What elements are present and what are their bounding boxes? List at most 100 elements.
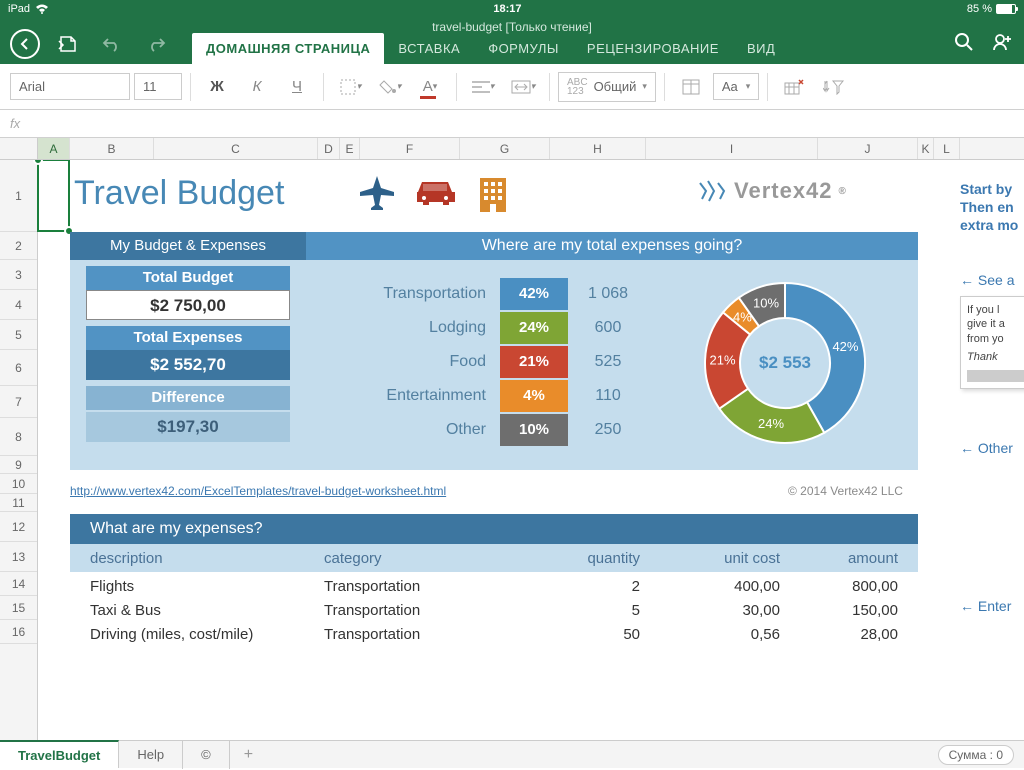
other-link[interactable]: ← Other xyxy=(960,440,1013,456)
svg-text:21%: 21% xyxy=(710,353,736,368)
redo-button[interactable] xyxy=(140,28,172,60)
travel-icons xyxy=(356,172,514,214)
total-expenses-label: Total Expenses xyxy=(86,326,290,350)
battery-pct: 85 % xyxy=(967,3,992,15)
row-header-3[interactable]: 3 xyxy=(0,260,37,290)
col-header-C[interactable]: C xyxy=(154,138,318,159)
category-pct: 10% xyxy=(500,414,568,446)
row-header-14[interactable]: 14 xyxy=(0,572,37,596)
align-button[interactable]: ▾ xyxy=(465,69,501,105)
sum-display: Сумма : 0 xyxy=(938,745,1014,765)
source-link[interactable]: http://www.vertex42.com/ExcelTemplates/t… xyxy=(70,484,446,498)
font-size-select[interactable]: 11 xyxy=(134,73,182,100)
see-link[interactable]: ← See a xyxy=(960,272,1014,288)
plane-icon xyxy=(356,172,398,214)
row-header-6[interactable]: 6 xyxy=(0,350,37,386)
file-button[interactable] xyxy=(52,28,84,60)
total-budget-label: Total Budget xyxy=(86,266,290,290)
col-header-G[interactable]: G xyxy=(460,138,550,159)
add-sheet-button[interactable]: + xyxy=(230,746,267,764)
device-label: iPad xyxy=(8,3,30,15)
col-header-H[interactable]: H xyxy=(550,138,646,159)
sheet-tab-travelbudget[interactable]: TravelBudget xyxy=(0,740,119,768)
row-header-13[interactable]: 13 xyxy=(0,542,37,572)
expense-row[interactable]: Driving (miles, cost/mile)Transportation… xyxy=(70,622,918,646)
category-value: 600 xyxy=(568,319,648,337)
col-header-E[interactable]: E xyxy=(340,138,360,159)
category-row-4: Other 10% 250 xyxy=(330,414,648,446)
col-header-K[interactable]: K xyxy=(918,138,934,159)
donut-chart: 42%24%21%4%10%$2 553 xyxy=(690,268,880,458)
row-header-1[interactable]: 1 xyxy=(0,160,37,232)
row-header-9[interactable]: 9 xyxy=(0,456,37,474)
row-header-15[interactable]: 15 xyxy=(0,596,37,620)
category-value: 1 068 xyxy=(568,285,648,303)
bold-button[interactable]: Ж xyxy=(199,69,235,105)
cell-style-button[interactable]: Aa▾ xyxy=(713,73,759,100)
fx-label: fx xyxy=(10,116,20,131)
expense-row[interactable]: FlightsTransportation2400,00800,00 xyxy=(70,574,918,598)
share-button[interactable] xyxy=(992,32,1014,57)
italic-button[interactable]: К xyxy=(239,69,275,105)
cells-area[interactable]: Travel Budget Vertex42® Start byThen ene… xyxy=(38,160,1024,740)
enter-link[interactable]: ← Enter xyxy=(960,598,1011,614)
svg-text:10%: 10% xyxy=(753,295,779,310)
search-button[interactable] xyxy=(954,32,974,57)
row-header-4[interactable]: 4 xyxy=(0,290,37,320)
col-header-D[interactable]: D xyxy=(318,138,340,159)
ribbon-tabs: ДОМАШНЯЯ СТРАНИЦА ВСТАВКА ФОРМУЛЫ РЕЦЕНЗ… xyxy=(192,32,954,64)
status-bar: iPad 18:17 85 % xyxy=(0,0,1024,18)
sheet-tab-help[interactable]: Help xyxy=(119,741,183,769)
col-header-I[interactable]: I xyxy=(646,138,818,159)
col-header-L[interactable]: L xyxy=(934,138,960,159)
tip-callout: If you lgive it afrom yo Thank xyxy=(960,296,1024,389)
row-header-12[interactable]: 12 xyxy=(0,512,37,542)
row-header-11[interactable]: 11 xyxy=(0,494,37,512)
tab-insert[interactable]: ВСТАВКА xyxy=(384,33,474,64)
underline-button[interactable]: Ч xyxy=(279,69,315,105)
font-name-select[interactable]: Arial xyxy=(10,73,130,100)
tab-home[interactable]: ДОМАШНЯЯ СТРАНИЦА xyxy=(192,33,384,64)
expense-row[interactable]: Taxi & BusTransportation530,00150,00 xyxy=(70,598,918,622)
fill-button[interactable]: ▾ xyxy=(372,69,408,105)
col-header-J[interactable]: J xyxy=(818,138,918,159)
row-header-2[interactable]: 2 xyxy=(0,232,37,260)
expenses-header: What are my expenses? xyxy=(70,514,918,544)
undo-button[interactable] xyxy=(96,28,128,60)
row-headers: 12345678910111213141516 xyxy=(0,160,38,740)
page-title: Travel Budget xyxy=(74,174,284,213)
sheet-tab-copyright[interactable]: © xyxy=(183,741,230,769)
merge-button[interactable]: ▾ xyxy=(505,69,541,105)
formula-bar[interactable]: fx xyxy=(0,110,1024,138)
col-header-F[interactable]: F xyxy=(360,138,460,159)
tab-view[interactable]: ВИД xyxy=(733,33,789,64)
row-header-10[interactable]: 10 xyxy=(0,474,37,494)
row-header-8[interactable]: 8 xyxy=(0,418,37,456)
insert-cells-button[interactable] xyxy=(776,69,812,105)
sheet-tabs: TravelBudget Help © + Сумма : 0 xyxy=(0,740,1024,768)
category-pct: 42% xyxy=(500,278,568,310)
svg-text:42%: 42% xyxy=(832,339,858,354)
col-header-A[interactable]: A xyxy=(38,138,70,159)
col-header-B[interactable]: B xyxy=(70,138,154,159)
total-budget-value[interactable]: $2 750,00 xyxy=(86,290,290,320)
back-button[interactable] xyxy=(10,29,40,59)
font-color-button[interactable]: A▾ xyxy=(412,69,448,105)
table-button[interactable] xyxy=(673,69,709,105)
row-header-5[interactable]: 5 xyxy=(0,320,37,350)
battery-icon xyxy=(996,4,1016,14)
row-header-7[interactable]: 7 xyxy=(0,386,37,418)
tab-review[interactable]: РЕЦЕНЗИРОВАНИЕ xyxy=(573,33,733,64)
tab-formulas[interactable]: ФОРМУЛЫ xyxy=(474,33,573,64)
select-all-corner[interactable] xyxy=(0,138,38,159)
number-format-select[interactable]: ABC123Общий▾ xyxy=(558,72,656,102)
sort-filter-button[interactable] xyxy=(816,69,852,105)
row-header-16[interactable]: 16 xyxy=(0,620,37,644)
category-row-1: Lodging 24% 600 xyxy=(330,312,648,344)
border-button[interactable]: ▾ xyxy=(332,69,368,105)
format-toolbar: Arial 11 Ж К Ч ▾ ▾ A▾ ▾ ▾ ABC123Общий▾ A… xyxy=(0,64,1024,110)
total-expenses-value: $2 552,70 xyxy=(86,350,290,380)
svg-text:24%: 24% xyxy=(758,416,784,431)
category-row-0: Transportation 42% 1 068 xyxy=(330,278,648,310)
svg-text:$2 553: $2 553 xyxy=(759,353,811,372)
